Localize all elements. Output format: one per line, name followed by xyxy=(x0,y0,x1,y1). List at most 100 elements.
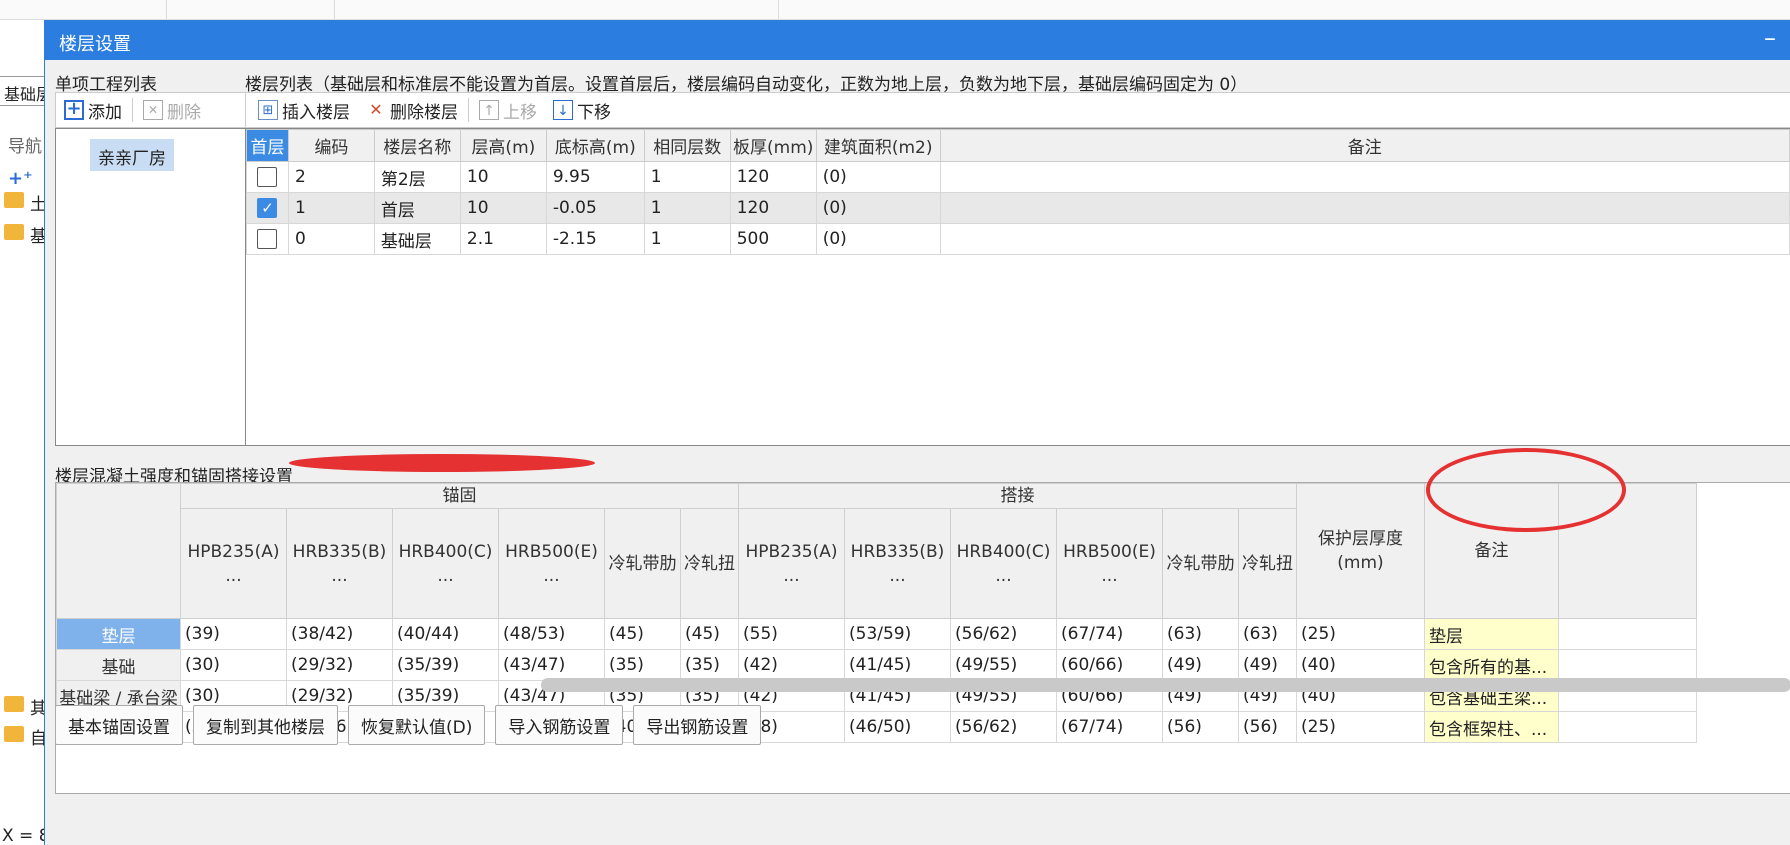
cell-rebar-note[interactable]: 包含所有的基... xyxy=(1424,649,1559,681)
cell-building-area[interactable]: (0) xyxy=(815,223,941,255)
cell-cover[interactable]: (40) xyxy=(1296,649,1425,681)
row-header-component[interactable]: 基础 xyxy=(56,649,181,681)
basic-anchor-settings-button[interactable]: 基本锚固设置 xyxy=(55,705,183,745)
cell-height[interactable]: 10 xyxy=(459,192,547,224)
col-header-note[interactable]: 备注 xyxy=(939,129,1790,162)
cell-same-count[interactable]: 1 xyxy=(643,223,731,255)
cell-floor-name[interactable]: 基础层 xyxy=(373,223,461,255)
first-floor-checkbox[interactable]: ✓ xyxy=(257,198,278,218)
col-header-anchor-cold-ribbed[interactable]: 冷轧带肋 xyxy=(604,508,681,619)
cell-building-area[interactable]: (0) xyxy=(815,161,941,193)
copy-to-floors-button[interactable]: 复制到其他楼层 xyxy=(193,705,338,745)
cell-code[interactable]: 2 xyxy=(287,161,375,193)
floor-row[interactable]: ✓ 1 首层 10 -0.05 1 120 (0) xyxy=(246,192,1790,224)
cell-slab-thickness[interactable]: 120 xyxy=(729,161,817,193)
cell-lap[interactable]: (63) xyxy=(1238,618,1297,650)
col-header-first-floor[interactable]: 首层 xyxy=(246,129,289,162)
cell-anchor[interactable]: (45) xyxy=(680,618,739,650)
cell-code[interactable]: 0 xyxy=(287,223,375,255)
col-header-anchor-hrb335[interactable]: HRB335(B) ... xyxy=(286,508,393,619)
cell-anchor[interactable]: (35/39) xyxy=(392,649,499,681)
delete-project-button[interactable]: ✕ 删除 xyxy=(135,93,209,127)
move-down-button[interactable]: ↓ 下移 xyxy=(545,93,619,127)
cell-lap[interactable]: (55) xyxy=(738,618,845,650)
cell-lap[interactable]: (60/66) xyxy=(1056,649,1163,681)
col-header-lap-cold-ribbed[interactable]: 冷轧带肋 xyxy=(1162,508,1239,619)
rebar-row[interactable]: 垫层 (39) (38/42) (40/44) (48/53) (45) (45) (55)(… xyxy=(56,618,1697,650)
floor-row[interactable]: 2 第2层 10 9.95 1 120 (0) xyxy=(246,161,1790,193)
col-header-anchor-cold-twisted[interactable]: 冷轧扭 xyxy=(680,508,739,619)
cell-slab-thickness[interactable]: 500 xyxy=(729,223,817,255)
rebar-row[interactable]: 基础 (30) (29/32) (35/39) (43/47) (35) (35) (42)(… xyxy=(56,649,1697,681)
cell-lap[interactable]: (56/62) xyxy=(950,711,1057,743)
cell-code[interactable]: 1 xyxy=(287,192,375,224)
col-header-lap-hrb500[interactable]: HRB500(E) ... xyxy=(1056,508,1163,619)
cell-lap[interactable]: (49/55) xyxy=(950,649,1057,681)
col-header-lap-hrb400[interactable]: HRB400(C) ... xyxy=(950,508,1057,619)
floor-row[interactable]: 0 基础层 2.1 -2.15 1 500 (0) xyxy=(246,223,1790,255)
row-header-component[interactable]: 垫层 xyxy=(56,618,181,650)
cell-bottom-elevation[interactable]: 9.95 xyxy=(545,161,645,193)
first-floor-checkbox[interactable] xyxy=(257,167,278,187)
col-header-building-area[interactable]: 建筑面积(m2) xyxy=(815,129,941,162)
cell-height[interactable]: 2.1 xyxy=(459,223,547,255)
col-header-same-count[interactable]: 相同层数 xyxy=(643,129,731,162)
col-header-floor-name[interactable]: 楼层名称 xyxy=(373,129,461,162)
cell-anchor[interactable]: (48/53) xyxy=(498,618,605,650)
cell-building-area[interactable]: (0) xyxy=(815,192,941,224)
add-node-icon[interactable]: +⁺ xyxy=(8,168,33,189)
import-rebar-button[interactable]: 导入钢筋设置 xyxy=(495,705,624,745)
restore-defaults-button[interactable]: 恢复默认值(D) xyxy=(348,705,486,745)
cell-lap[interactable]: (56) xyxy=(1162,711,1239,743)
cell-rebar-note[interactable]: 包含框架柱、... xyxy=(1424,711,1559,743)
export-rebar-button[interactable]: 导出钢筋设置 xyxy=(633,705,762,745)
cell-anchor[interactable]: (38/42) xyxy=(286,618,393,650)
cell-note[interactable] xyxy=(939,161,1790,193)
cell-floor-name[interactable]: 第2层 xyxy=(373,161,461,193)
col-header-anchor-hpb235[interactable]: HPB235(A) ... xyxy=(180,508,287,619)
cell-lap[interactable]: (63) xyxy=(1162,618,1239,650)
col-header-lap-hrb335[interactable]: HRB335(B) ... xyxy=(844,508,951,619)
cell-slab-thickness[interactable]: 120 xyxy=(729,192,817,224)
cell-lap[interactable]: (46/50) xyxy=(844,711,951,743)
cell-anchor[interactable]: (35) xyxy=(680,649,739,681)
cell-lap[interactable]: (56) xyxy=(1238,711,1297,743)
dialog-titlebar[interactable]: 楼层设置 – xyxy=(45,20,1790,60)
cell-bottom-elevation[interactable]: -0.05 xyxy=(545,192,645,224)
cell-anchor[interactable]: (39) xyxy=(180,618,287,650)
col-header-slab-thickness[interactable]: 板厚(mm) xyxy=(729,129,817,162)
delete-floor-button[interactable]: ✕ 删除楼层 xyxy=(358,93,466,127)
cell-lap[interactable]: (42) xyxy=(738,649,845,681)
insert-floor-button[interactable]: ⊞ 插入楼层 xyxy=(250,93,358,127)
cell-note[interactable] xyxy=(939,223,1790,255)
horizontal-scrollbar[interactable] xyxy=(541,678,1790,692)
move-up-button[interactable]: ↑ 上移 xyxy=(471,93,545,127)
project-item[interactable]: 亲亲厂房 xyxy=(90,139,174,171)
cell-anchor[interactable]: (35) xyxy=(604,649,681,681)
col-header-bottom-elevation[interactable]: 底标高(m) xyxy=(545,129,645,162)
cell-lap[interactable]: (49) xyxy=(1162,649,1239,681)
cell-anchor[interactable]: (43/47) xyxy=(498,649,605,681)
cell-lap[interactable]: (49) xyxy=(1238,649,1297,681)
cell-anchor[interactable]: (29/32) xyxy=(286,649,393,681)
cell-same-count[interactable]: 1 xyxy=(643,192,731,224)
col-header-cover[interactable]: 保护层厚度(mm) xyxy=(1296,483,1425,619)
cell-note[interactable] xyxy=(939,192,1790,224)
col-header-code[interactable]: 编码 xyxy=(287,129,375,162)
col-header-lap-hpb235[interactable]: HPB235(A) ... xyxy=(738,508,845,619)
cell-cover[interactable]: (25) xyxy=(1296,618,1425,650)
col-header-lap-cold-twisted[interactable]: 冷轧扭 xyxy=(1238,508,1297,619)
cell-floor-name[interactable]: 首层 xyxy=(373,192,461,224)
cell-lap[interactable]: (41/45) xyxy=(844,649,951,681)
cell-height[interactable]: 10 xyxy=(459,161,547,193)
col-header-anchor-hrb500[interactable]: HRB500(E) ... xyxy=(498,508,605,619)
col-header-height[interactable]: 层高(m) xyxy=(459,129,547,162)
add-project-button[interactable]: + 添加 xyxy=(56,93,130,127)
cell-cover[interactable]: (25) xyxy=(1296,711,1425,743)
col-header-anchor-hrb400[interactable]: HRB400(C) ... xyxy=(392,508,499,619)
cell-anchor[interactable]: (45) xyxy=(604,618,681,650)
cell-anchor[interactable]: (40/44) xyxy=(392,618,499,650)
cell-lap[interactable]: (67/74) xyxy=(1056,618,1163,650)
cell-lap[interactable]: (56/62) xyxy=(950,618,1057,650)
minimize-button[interactable]: – xyxy=(1764,24,1776,52)
